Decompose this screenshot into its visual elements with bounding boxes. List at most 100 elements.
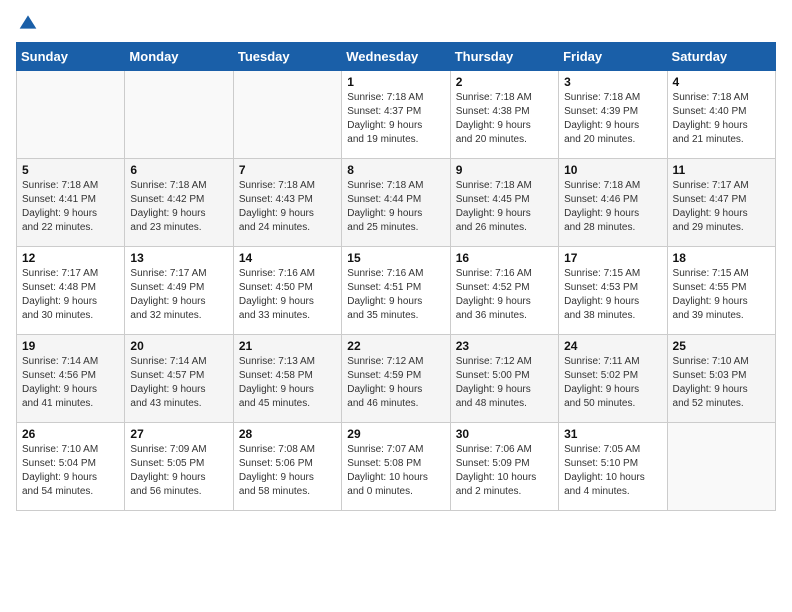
day-number: 25 xyxy=(673,339,770,353)
day-info: Sunrise: 7:08 AM Sunset: 5:06 PM Dayligh… xyxy=(239,443,336,499)
day-number: 14 xyxy=(239,251,336,265)
day-number: 31 xyxy=(564,427,661,441)
day-number: 6 xyxy=(130,163,227,177)
day-info: Sunrise: 7:14 AM Sunset: 4:56 PM Dayligh… xyxy=(22,355,119,411)
day-number: 3 xyxy=(564,75,661,89)
calendar-cell xyxy=(233,71,341,159)
calendar-cell: 16 Sunrise: 7:16 AM Sunset: 4:52 PM Dayli… xyxy=(450,247,558,335)
calendar-cell: 25 Sunrise: 7:10 AM Sunset: 5:03 PM Dayli… xyxy=(667,335,775,423)
calendar-cell: 13 Sunrise: 7:17 AM Sunset: 4:49 PM Dayli… xyxy=(125,247,233,335)
day-number: 4 xyxy=(673,75,770,89)
day-info: Sunrise: 7:18 AM Sunset: 4:41 PM Dayligh… xyxy=(22,179,119,235)
calendar-cell: 1 Sunrise: 7:18 AM Sunset: 4:37 PM Daylig… xyxy=(342,71,450,159)
calendar-week-2: 5 Sunrise: 7:18 AM Sunset: 4:41 PM Daylig… xyxy=(17,159,776,247)
calendar-cell: 11 Sunrise: 7:17 AM Sunset: 4:47 PM Dayli… xyxy=(667,159,775,247)
day-info: Sunrise: 7:16 AM Sunset: 4:52 PM Dayligh… xyxy=(456,267,553,323)
calendar-cell: 12 Sunrise: 7:17 AM Sunset: 4:48 PM Dayli… xyxy=(17,247,125,335)
weekday-header-saturday: Saturday xyxy=(667,43,775,71)
day-number: 27 xyxy=(130,427,227,441)
calendar-header: SundayMondayTuesdayWednesdayThursdayFrid… xyxy=(17,43,776,71)
weekday-header-friday: Friday xyxy=(559,43,667,71)
calendar-cell: 18Sunrise: 7:15 AM Sunset: 4:55 PM Dayli… xyxy=(667,247,775,335)
calendar-cell: 19Sunrise: 7:14 AM Sunset: 4:56 PM Dayli… xyxy=(17,335,125,423)
calendar-cell: 4 Sunrise: 7:18 AM Sunset: 4:40 PM Daylig… xyxy=(667,71,775,159)
calendar-cell: 29Sunrise: 7:07 AM Sunset: 5:08 PM Dayli… xyxy=(342,423,450,511)
day-info: Sunrise: 7:17 AM Sunset: 4:48 PM Dayligh… xyxy=(22,267,119,323)
day-number: 12 xyxy=(22,251,119,265)
day-number: 28 xyxy=(239,427,336,441)
calendar-cell xyxy=(667,423,775,511)
day-info: Sunrise: 7:13 AM Sunset: 4:58 PM Dayligh… xyxy=(239,355,336,411)
day-info: Sunrise: 7:18 AM Sunset: 4:40 PM Dayligh… xyxy=(673,91,770,147)
calendar-cell: 6 Sunrise: 7:18 AM Sunset: 4:42 PM Daylig… xyxy=(125,159,233,247)
day-info: Sunrise: 7:16 AM Sunset: 4:50 PM Dayligh… xyxy=(239,267,336,323)
day-info: Sunrise: 7:15 AM Sunset: 4:53 PM Dayligh… xyxy=(564,267,661,323)
day-info: Sunrise: 7:12 AM Sunset: 4:59 PM Dayligh… xyxy=(347,355,444,411)
weekday-row: SundayMondayTuesdayWednesdayThursdayFrid… xyxy=(17,43,776,71)
calendar-cell: 24 Sunrise: 7:11 AM Sunset: 5:02 PM Dayli… xyxy=(559,335,667,423)
calendar-table: SundayMondayTuesdayWednesdayThursdayFrid… xyxy=(16,42,776,511)
header xyxy=(16,12,776,32)
day-info: Sunrise: 7:17 AM Sunset: 4:47 PM Dayligh… xyxy=(673,179,770,235)
calendar-cell: 31 Sunrise: 7:05 AM Sunset: 5:10 PM Dayli… xyxy=(559,423,667,511)
day-number: 13 xyxy=(130,251,227,265)
day-number: 7 xyxy=(239,163,336,177)
day-info: Sunrise: 7:16 AM Sunset: 4:51 PM Dayligh… xyxy=(347,267,444,323)
day-info: Sunrise: 7:18 AM Sunset: 4:43 PM Dayligh… xyxy=(239,179,336,235)
calendar-cell: 3 Sunrise: 7:18 AM Sunset: 4:39 PM Daylig… xyxy=(559,71,667,159)
day-info: Sunrise: 7:10 AM Sunset: 5:03 PM Dayligh… xyxy=(673,355,770,411)
day-number: 17 xyxy=(564,251,661,265)
day-info: Sunrise: 7:18 AM Sunset: 4:45 PM Dayligh… xyxy=(456,179,553,235)
day-number: 11 xyxy=(673,163,770,177)
weekday-header-monday: Monday xyxy=(125,43,233,71)
calendar-cell: 22Sunrise: 7:12 AM Sunset: 4:59 PM Dayli… xyxy=(342,335,450,423)
day-number: 29 xyxy=(347,427,444,441)
day-info: Sunrise: 7:11 AM Sunset: 5:02 PM Dayligh… xyxy=(564,355,661,411)
calendar-cell: 14 Sunrise: 7:16 AM Sunset: 4:50 PM Dayli… xyxy=(233,247,341,335)
day-info: Sunrise: 7:17 AM Sunset: 4:49 PM Dayligh… xyxy=(130,267,227,323)
calendar-cell: 7 Sunrise: 7:18 AM Sunset: 4:43 PM Daylig… xyxy=(233,159,341,247)
calendar-body: 1 Sunrise: 7:18 AM Sunset: 4:37 PM Daylig… xyxy=(17,71,776,511)
day-info: Sunrise: 7:05 AM Sunset: 5:10 PM Dayligh… xyxy=(564,443,661,499)
day-info: Sunrise: 7:09 AM Sunset: 5:05 PM Dayligh… xyxy=(130,443,227,499)
day-number: 30 xyxy=(456,427,553,441)
day-info: Sunrise: 7:18 AM Sunset: 4:42 PM Dayligh… xyxy=(130,179,227,235)
day-info: Sunrise: 7:06 AM Sunset: 5:09 PM Dayligh… xyxy=(456,443,553,499)
calendar-cell: 10Sunrise: 7:18 AM Sunset: 4:46 PM Dayli… xyxy=(559,159,667,247)
day-number: 16 xyxy=(456,251,553,265)
day-info: Sunrise: 7:18 AM Sunset: 4:38 PM Dayligh… xyxy=(456,91,553,147)
day-info: Sunrise: 7:18 AM Sunset: 4:44 PM Dayligh… xyxy=(347,179,444,235)
calendar-cell: 23 Sunrise: 7:12 AM Sunset: 5:00 PM Dayli… xyxy=(450,335,558,423)
day-info: Sunrise: 7:12 AM Sunset: 5:00 PM Dayligh… xyxy=(456,355,553,411)
day-number: 21 xyxy=(239,339,336,353)
calendar-week-4: 19Sunrise: 7:14 AM Sunset: 4:56 PM Dayli… xyxy=(17,335,776,423)
calendar-week-1: 1 Sunrise: 7:18 AM Sunset: 4:37 PM Daylig… xyxy=(17,71,776,159)
day-number: 23 xyxy=(456,339,553,353)
calendar-cell: 8 Sunrise: 7:18 AM Sunset: 4:44 PM Daylig… xyxy=(342,159,450,247)
day-number: 24 xyxy=(564,339,661,353)
day-number: 20 xyxy=(130,339,227,353)
weekday-header-sunday: Sunday xyxy=(17,43,125,71)
calendar-cell: 28 Sunrise: 7:08 AM Sunset: 5:06 PM Dayli… xyxy=(233,423,341,511)
calendar-week-5: 26Sunrise: 7:10 AM Sunset: 5:04 PM Dayli… xyxy=(17,423,776,511)
calendar-cell: 30 Sunrise: 7:06 AM Sunset: 5:09 PM Dayli… xyxy=(450,423,558,511)
calendar-cell: 15 Sunrise: 7:16 AM Sunset: 4:51 PM Dayli… xyxy=(342,247,450,335)
day-number: 2 xyxy=(456,75,553,89)
day-number: 8 xyxy=(347,163,444,177)
calendar-cell xyxy=(125,71,233,159)
calendar-cell: 2 Sunrise: 7:18 AM Sunset: 4:38 PM Daylig… xyxy=(450,71,558,159)
day-number: 10 xyxy=(564,163,661,177)
day-number: 26 xyxy=(22,427,119,441)
weekday-header-tuesday: Tuesday xyxy=(233,43,341,71)
day-number: 1 xyxy=(347,75,444,89)
weekday-header-thursday: Thursday xyxy=(450,43,558,71)
day-number: 5 xyxy=(22,163,119,177)
day-number: 9 xyxy=(456,163,553,177)
day-number: 15 xyxy=(347,251,444,265)
day-info: Sunrise: 7:14 AM Sunset: 4:57 PM Dayligh… xyxy=(130,355,227,411)
day-info: Sunrise: 7:18 AM Sunset: 4:39 PM Dayligh… xyxy=(564,91,661,147)
calendar-cell: 27 Sunrise: 7:09 AM Sunset: 5:05 PM Dayli… xyxy=(125,423,233,511)
calendar-cell: 9 Sunrise: 7:18 AM Sunset: 4:45 PM Daylig… xyxy=(450,159,558,247)
logo-icon xyxy=(18,12,38,32)
day-info: Sunrise: 7:18 AM Sunset: 4:37 PM Dayligh… xyxy=(347,91,444,147)
